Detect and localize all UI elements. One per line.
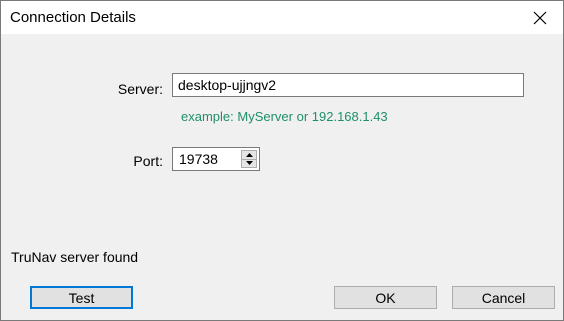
server-input[interactable]	[172, 73, 524, 97]
port-label: Port:	[133, 153, 163, 169]
spin-down-button[interactable]	[241, 159, 257, 168]
spin-buttons	[241, 150, 257, 168]
ok-button[interactable]: OK	[334, 286, 437, 309]
close-icon	[533, 11, 547, 24]
title-bar: Connection Details	[1, 1, 563, 34]
server-hint: example: MyServer or 192.168.1.43	[181, 109, 388, 124]
arrow-down-icon	[245, 161, 253, 166]
test-button[interactable]: Test	[30, 286, 133, 309]
server-label: Server:	[117, 81, 163, 97]
arrow-up-icon	[245, 152, 253, 157]
spin-up-button[interactable]	[241, 150, 257, 160]
port-value[interactable]: 19738	[179, 151, 218, 167]
cancel-button[interactable]: Cancel	[452, 286, 555, 309]
window-title: Connection Details	[10, 9, 136, 26]
close-button[interactable]	[517, 1, 563, 34]
port-spinner[interactable]: 19738	[172, 147, 260, 171]
status-text: TruNav server found	[11, 249, 139, 265]
connection-details-dialog: Connection Details Server: example: MySe…	[0, 0, 564, 321]
